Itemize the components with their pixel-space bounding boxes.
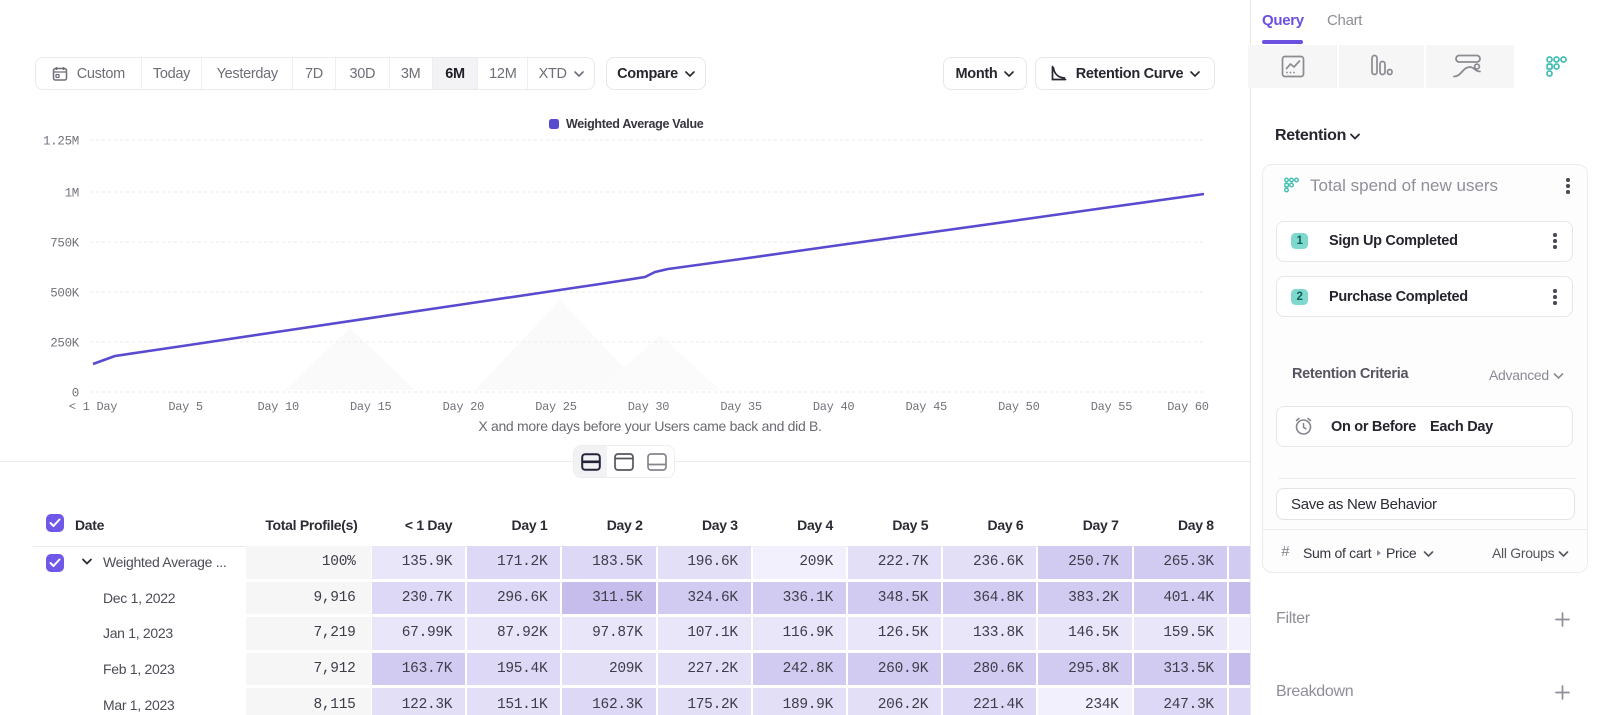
svg-text:750K: 750K	[50, 237, 80, 251]
svg-text:Day 35: Day 35	[720, 400, 762, 414]
svg-text:Day 15: Day 15	[350, 400, 392, 414]
svg-text:1M: 1M	[65, 187, 79, 201]
svg-text:500K: 500K	[50, 287, 80, 301]
svg-text:1.25M: 1.25M	[43, 135, 79, 149]
svg-text:250K: 250K	[50, 337, 80, 351]
svg-text:0: 0	[72, 387, 79, 401]
svg-text:< 1 Day: < 1 Day	[69, 400, 117, 414]
svg-text:Day 10: Day 10	[257, 400, 299, 414]
svg-text:Day 55: Day 55	[1091, 400, 1133, 414]
svg-text:Day 45: Day 45	[905, 400, 947, 414]
svg-text:Day 5: Day 5	[168, 400, 203, 414]
svg-text:Day 60: Day 60	[1167, 400, 1209, 414]
svg-text:Day 25: Day 25	[535, 400, 577, 414]
svg-text:Day 30: Day 30	[628, 400, 670, 414]
svg-text:Day 40: Day 40	[813, 400, 855, 414]
svg-text:Day 20: Day 20	[443, 400, 485, 414]
svg-text:Day 50: Day 50	[998, 400, 1040, 414]
